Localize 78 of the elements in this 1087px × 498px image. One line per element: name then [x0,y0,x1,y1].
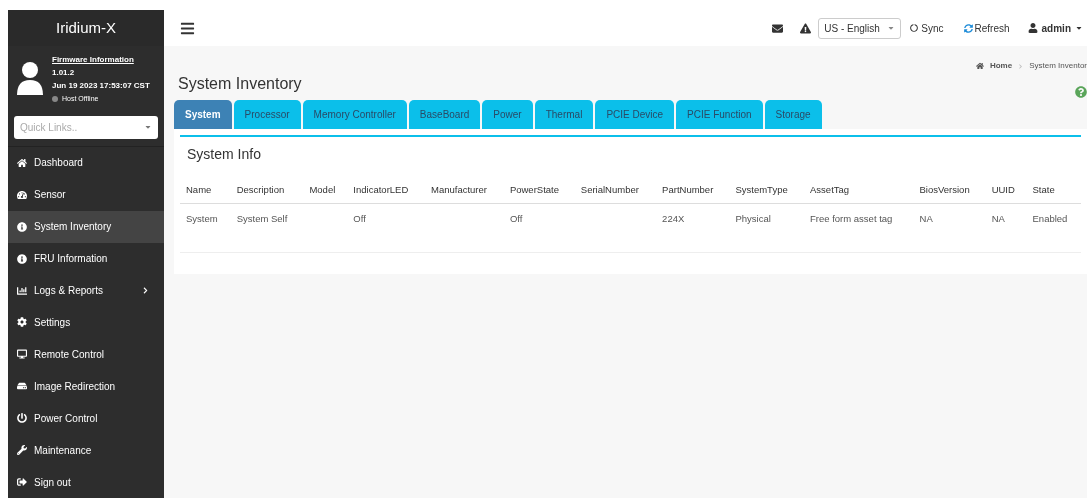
home-icon [975,62,984,70]
table-cell: Free form asset tag [810,213,893,225]
tab[interactable]: Power [482,100,533,129]
table-cell: NA [991,213,1005,225]
current-page-label: System Inventor [1029,60,1087,72]
column-header: SerialNumber [574,177,657,204]
sidebar-item[interactable]: Settings [8,306,164,339]
column-header: Description [230,177,304,204]
power-icon [17,413,27,424]
column-header: Manufacturer [425,177,504,204]
caret-icon [1075,24,1083,32]
column-header: BiosVersion [913,177,986,204]
drive-icon [17,381,27,392]
language-select[interactable]: US - English [818,17,902,39]
tab[interactable]: PCIE Device [595,100,675,129]
column-header: IndicatorLED [347,177,425,204]
firmware-version: 1.01.2 [52,67,76,78]
card-title: System Info [186,145,262,164]
tab[interactable]: BaseBoard [408,100,481,129]
table-cell: Off [509,213,523,225]
table-cell: NA [919,213,933,225]
home-icon [17,157,27,168]
column-header: Model [303,177,348,204]
gauge-icon [17,189,27,200]
column-header: UUID [985,177,1027,204]
build-date: Jun 19 2023 17:53:07 CST [52,80,150,91]
chevron-right-icon [1018,63,1024,69]
sync-icon [910,24,919,32]
refresh-button[interactable]: Refresh [963,20,1010,36]
sidebar-item[interactable]: Sign out [8,466,164,498]
sidebar-item[interactable]: Maintenance [8,434,164,467]
column-header: State [1026,177,1081,204]
sync-button[interactable]: Sync [910,20,944,36]
tab[interactable]: Memory Controller [302,100,407,129]
chevron-right-icon [142,287,149,295]
column-header: Name [180,177,231,204]
sign-out-icon [17,477,27,488]
tab[interactable]: Processor [233,100,301,129]
table-cell: Enabled [1032,213,1068,225]
menu-icon[interactable] [180,20,195,36]
caret-icon [887,24,896,32]
tab[interactable]: Storage [764,100,822,129]
monitor-icon [17,349,27,360]
sidebar-item[interactable]: FRU Information [8,242,164,275]
sidebar-item[interactable]: Power Control [8,402,164,435]
firmware-link[interactable]: Firmware Information [52,54,150,65]
sidebar-item[interactable]: Logs & Reports [8,274,164,307]
page-title: System Inventory [177,74,302,94]
envelope-icon[interactable] [772,22,784,34]
sidebar-item[interactable]: Remote Control [8,338,164,371]
info-icon [17,253,27,264]
column-header: PartNumber [656,177,730,204]
table-cell: System Self [236,213,288,225]
column-header: AssetTag [804,177,914,204]
sidebar-item[interactable]: Sensor [8,178,164,211]
table-cell: System [186,213,218,225]
sidebar-item[interactable]: System Inventory [8,210,164,243]
tab[interactable]: PCIE Function [676,100,763,129]
refresh-icon [963,23,973,33]
tab[interactable]: Thermal [534,100,594,129]
help-icon[interactable] [1075,86,1087,98]
gear-icon [17,317,27,328]
user-menu[interactable]: admin [1027,20,1083,36]
warning-icon[interactable] [800,22,812,34]
table-cell: 224X [662,213,685,225]
info-icon [17,221,27,232]
user-icon [1027,23,1038,33]
column-header: PowerState [503,177,575,204]
tab[interactable]: System [174,100,232,129]
wrench-icon [17,445,27,456]
column-header: SystemType [729,177,804,204]
sidebar-item[interactable]: Dashboard [8,146,164,179]
table-cell: Off [353,213,366,225]
sidebar-item[interactable]: Image Redirection [8,370,164,403]
user-avatar-icon [16,60,44,95]
table-cell: Physical [735,213,771,225]
breadcrumb-link[interactable]: Home [989,60,1013,72]
bar-chart-icon [17,285,27,296]
